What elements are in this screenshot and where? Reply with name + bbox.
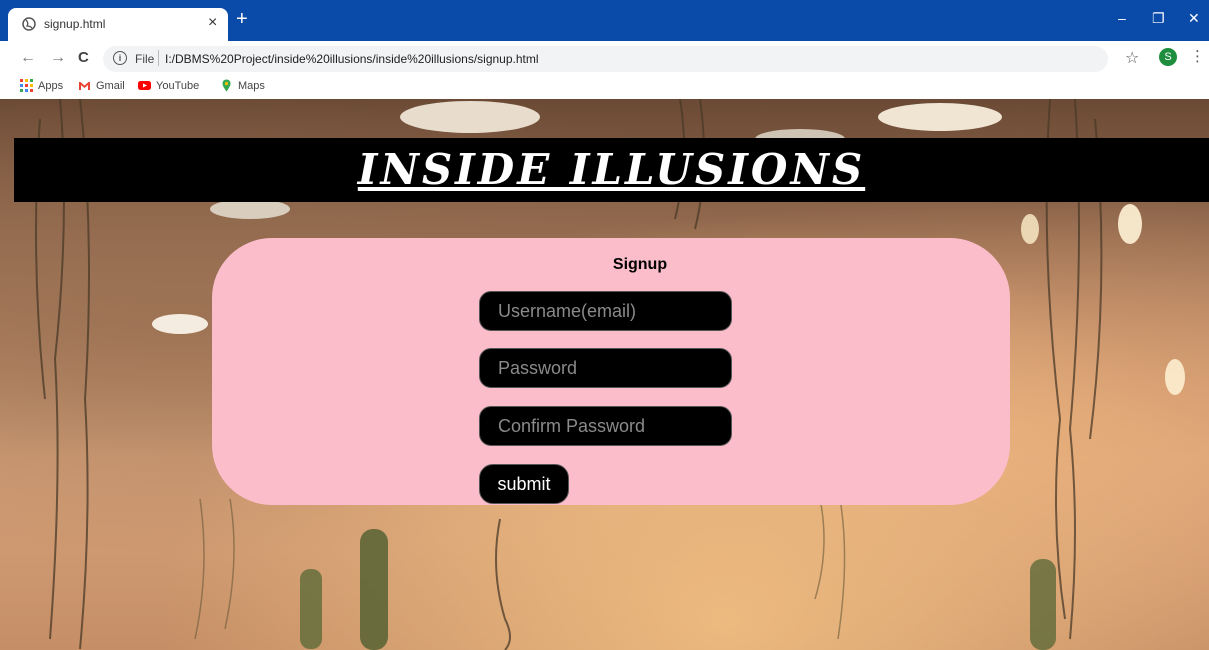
new-tab-button[interactable]: + xyxy=(236,9,248,29)
bookmark-maps[interactable]: Maps xyxy=(220,79,265,92)
globe-icon xyxy=(22,17,36,31)
gmail-icon xyxy=(79,82,90,90)
bookmarks-bar: Apps Gmail YouTube Maps xyxy=(0,75,1209,99)
info-icon[interactable]: i xyxy=(113,51,127,65)
omnibox-divider xyxy=(158,50,159,66)
bookmark-youtube[interactable]: YouTube xyxy=(138,79,199,92)
bookmark-apps-label: Apps xyxy=(38,79,64,92)
bookmark-gmail[interactable]: Gmail xyxy=(78,79,125,92)
restore-icon[interactable]: ❐ xyxy=(1152,10,1165,27)
page-viewport: INSIDE ILLUSIONS Signup submit xyxy=(0,99,1209,650)
youtube-icon xyxy=(138,81,151,90)
tab-title: signup.html xyxy=(44,17,106,31)
address-bar[interactable]: i File I:/DBMS%20Project/inside%20illusi… xyxy=(103,46,1108,72)
username-email-input[interactable] xyxy=(479,291,732,331)
apps-grid-icon xyxy=(20,79,33,92)
bookmark-youtube-label: YouTube xyxy=(156,79,200,92)
submit-button[interactable]: submit xyxy=(479,464,569,504)
browser-toolbar: ← → C i File I:/DBMS%20Project/inside%20… xyxy=(0,41,1209,75)
confirm-password-input[interactable] xyxy=(479,406,732,446)
bookmark-star-icon[interactable]: ☆ xyxy=(1125,48,1139,68)
password-input[interactable] xyxy=(479,348,732,388)
back-arrow-icon[interactable]: ← xyxy=(20,49,36,67)
profile-avatar[interactable]: S xyxy=(1159,48,1177,66)
reload-icon[interactable]: C xyxy=(78,49,89,66)
minimize-icon[interactable]: – xyxy=(1118,10,1126,26)
forward-arrow-icon[interactable]: → xyxy=(50,49,66,67)
bookmark-maps-label: Maps xyxy=(238,79,265,92)
active-tab[interactable]: signup.html × xyxy=(8,8,228,41)
browser-tab-strip: signup.html × + – ❐ ✕ xyxy=(0,0,1209,41)
bookmark-gmail-label: Gmail xyxy=(96,79,125,92)
signup-heading: Signup xyxy=(612,256,668,273)
url-text[interactable]: I:/DBMS%20Project/inside%20illusions/ins… xyxy=(165,52,539,66)
bookmark-apps[interactable]: Apps xyxy=(20,79,63,92)
menu-dots-icon[interactable]: ⋮ xyxy=(1190,47,1205,65)
signup-form: Signup submit xyxy=(212,238,1010,505)
maps-pin-icon xyxy=(222,79,231,92)
scheme-label: File xyxy=(135,52,155,66)
close-window-icon[interactable]: ✕ xyxy=(1188,10,1200,27)
site-title: INSIDE ILLUSIONS xyxy=(357,145,866,194)
tab-close-icon[interactable]: × xyxy=(208,14,217,32)
site-banner: INSIDE ILLUSIONS xyxy=(14,138,1209,202)
